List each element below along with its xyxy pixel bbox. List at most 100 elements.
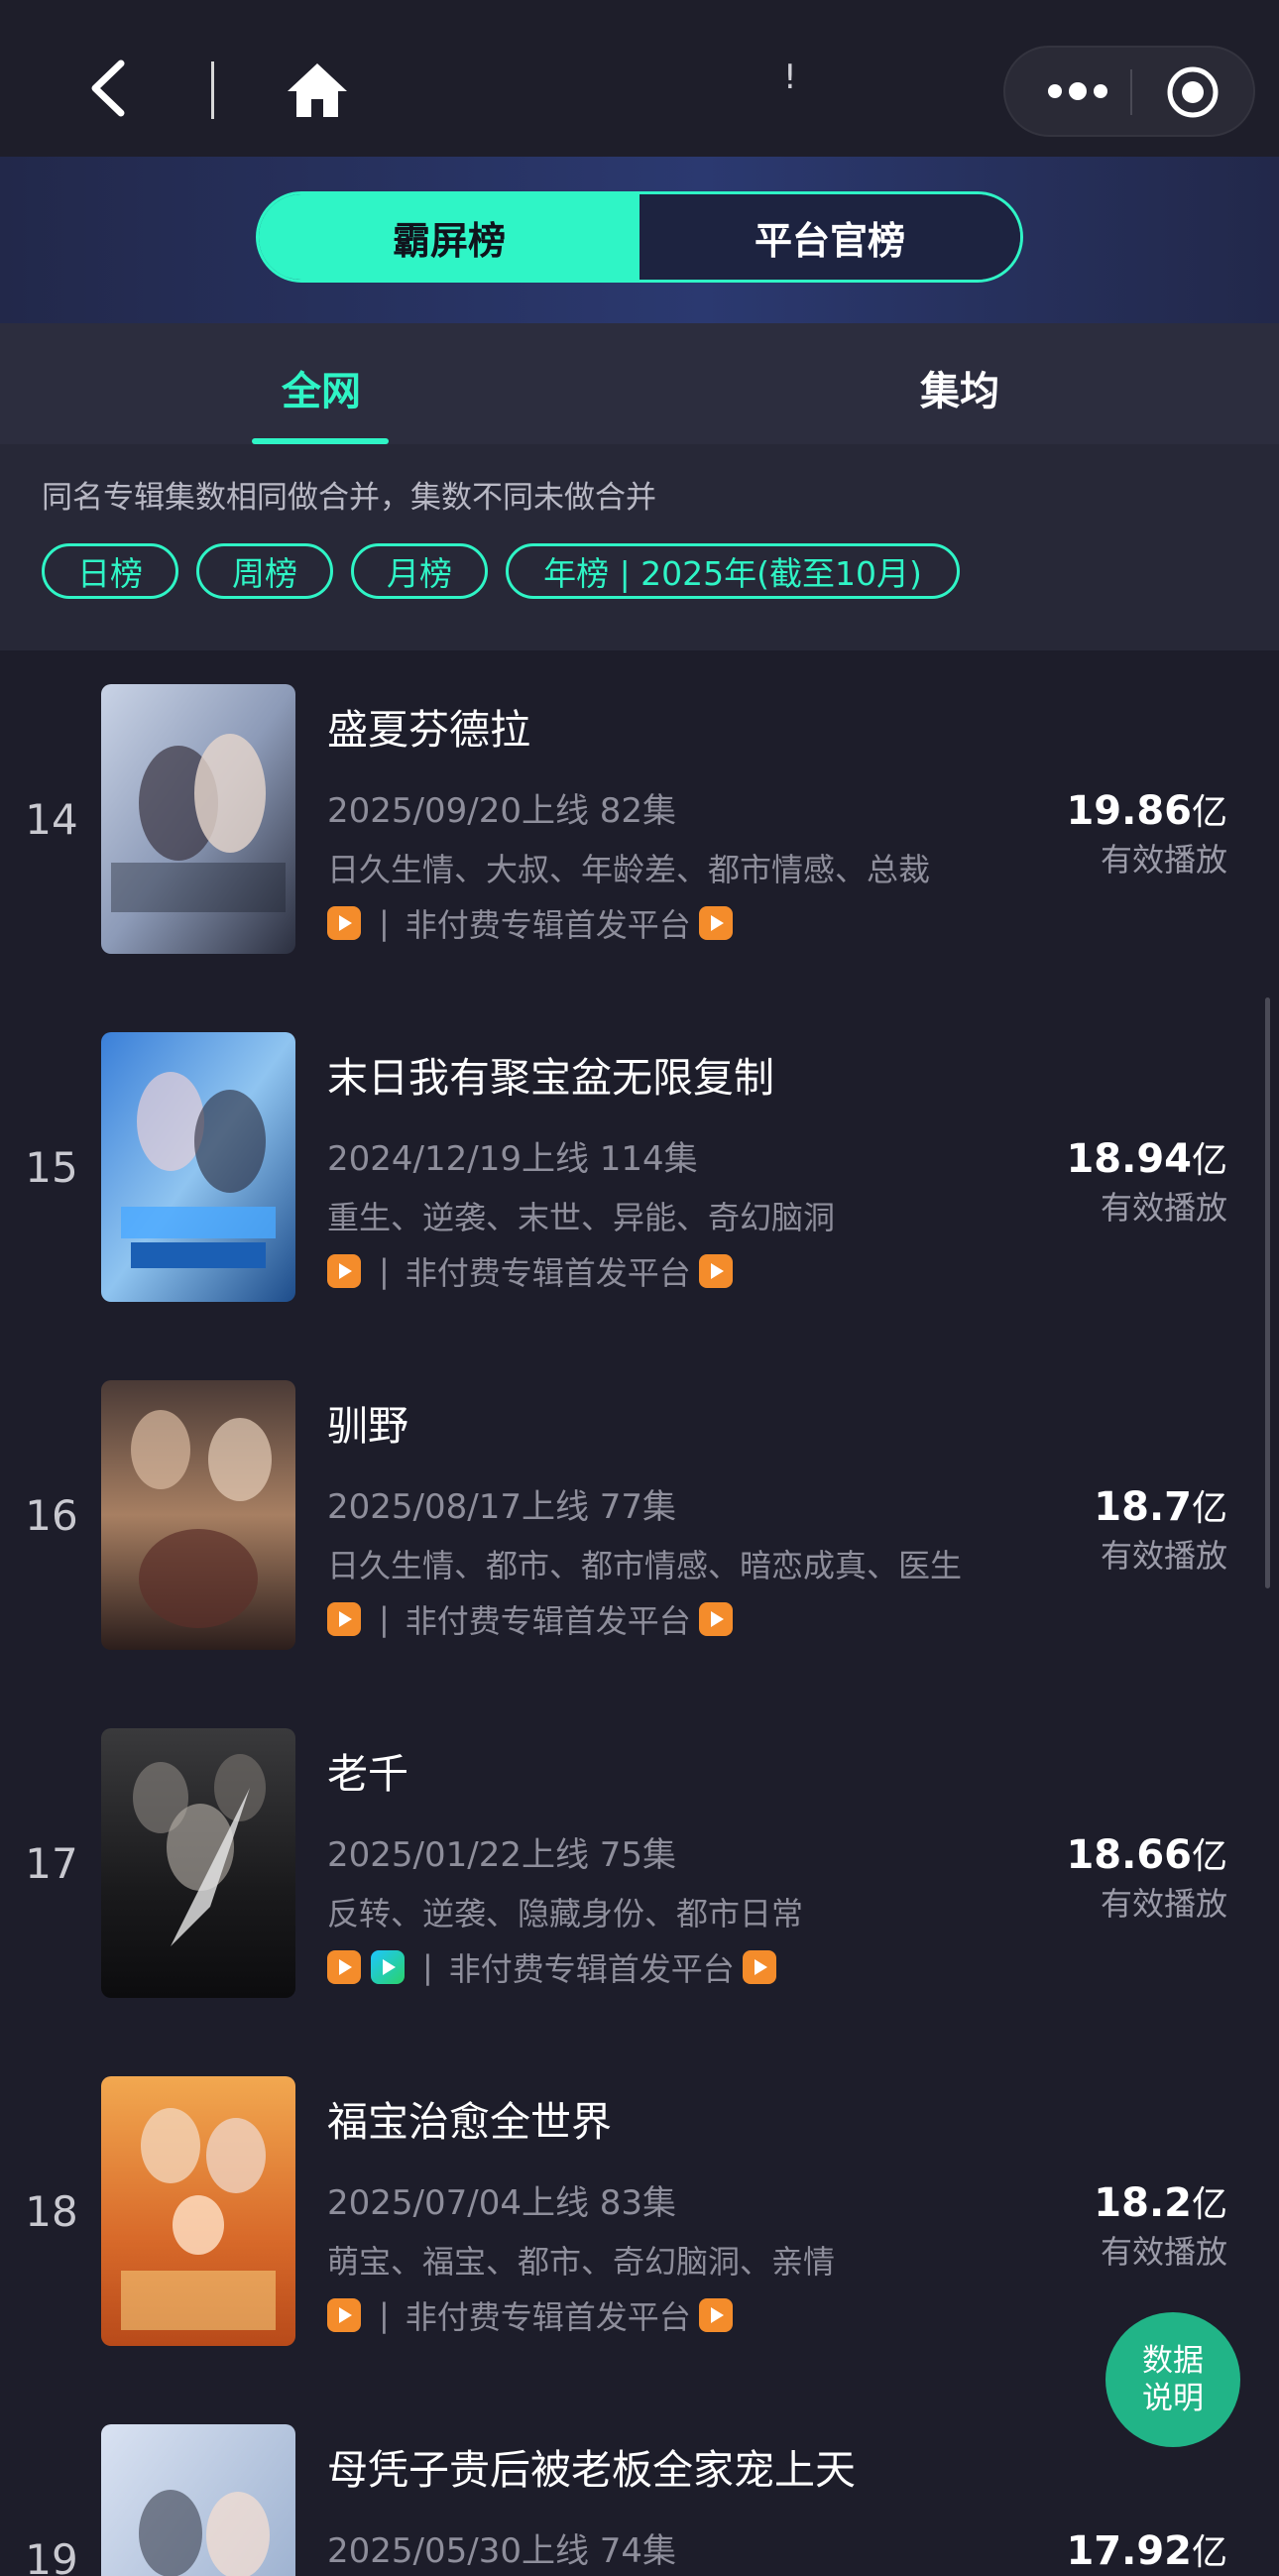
poster-image [101, 1728, 295, 1998]
release-info: 2025/01/22上线 75集 [327, 1835, 677, 1875]
play-count-label: 有效播放 [1100, 1189, 1227, 1227]
first-release-platform-icon [698, 906, 733, 940]
platform-label: 非付费专辑首发平台 [405, 1602, 691, 1640]
platform-row: | 非付费专辑首发平台 [327, 1600, 733, 1640]
platform-app-icon [327, 906, 361, 940]
ranking-list: 14 盛夏芬德拉 2025/09/20上线 82集 日久生情、大叔、年龄差、都市… [0, 650, 1279, 2576]
play-count-label: 有效播放 [1100, 841, 1227, 878]
list-item[interactable]: 19 母凭子贵后被老板全家宠上天 2025/05/30上线 74集 17.92亿 [0, 2424, 1279, 2576]
list-item[interactable]: 17 老千 2025/01/22上线 75集 反转、逆袭、隐藏身份、都市日常 |… [0, 1728, 1279, 2075]
play-count-unit: 亿 [1191, 1488, 1227, 1529]
platform-row: | 非付费专辑首发平台 [327, 2296, 733, 2336]
list-item[interactable]: 16 驯野 2025/08/17上线 77集 日久生情、都市、都市情感、暗恋成真… [0, 1380, 1279, 1727]
play-count-unit: 亿 [1191, 2532, 1227, 2573]
play-count-label: 有效播放 [1100, 1885, 1227, 1923]
platform-app-icon [327, 2298, 361, 2332]
drama-title: 盛夏芬德拉 [327, 706, 530, 754]
chevron-left-icon[interactable] [81, 58, 137, 119]
platform-label: 非付费专辑首发平台 [405, 906, 691, 944]
release-info: 2025/09/20上线 82集 [327, 791, 677, 831]
first-release-platform-icon [698, 1254, 733, 1288]
list-item[interactable]: 15 末日我有聚宝盆无限复制 2024/12/19上线 114集 重生、逆袭、末… [0, 1032, 1279, 1379]
release-info: 2024/12/19上线 114集 [327, 1139, 698, 1179]
nav-divider [211, 61, 214, 119]
page-title-partial: ! [783, 58, 797, 97]
drama-title: 福宝治愈全世界 [327, 2098, 612, 2146]
separator: | [379, 904, 390, 942]
second-platform-app-icon [371, 1950, 405, 1984]
chip-daily[interactable]: 日榜 [42, 543, 178, 599]
release-info: 2025/08/17上线 77集 [327, 1487, 677, 1527]
merge-note: 同名专辑集数相同做合并，集数不同未做合并 [42, 480, 656, 516]
drama-title: 驯野 [327, 1402, 408, 1450]
play-count-value: 18.7 [1094, 1484, 1192, 1530]
capsule-divider [1130, 69, 1132, 115]
separator: | [422, 1948, 433, 1986]
home-icon[interactable] [286, 59, 349, 121]
filter-section: 同名专辑集数相同做合并，集数不同未做合并 日榜 周榜 月榜 年榜 | 2025年… [0, 444, 1279, 650]
platform-label: 非付费专辑首发平台 [405, 2298, 691, 2336]
play-count-unit: 亿 [1191, 792, 1227, 833]
poster-image [101, 1380, 295, 1650]
platform-app-icon [327, 1950, 361, 1984]
separator: | [379, 1252, 390, 1290]
genre-tags: 日久生情、大叔、年龄差、都市情感、总裁 [327, 851, 931, 888]
genre-tags: 反转、逆袭、隐藏身份、都市日常 [327, 1895, 804, 1932]
platform-row: | 非付费专辑首发平台 [327, 1948, 776, 1988]
play-count-label: 有效播放 [1100, 1537, 1227, 1575]
release-info: 2025/07/04上线 83集 [327, 2183, 677, 2223]
drama-title: 母凭子贵后被老板全家宠上天 [327, 2446, 856, 2494]
scrollbar[interactable] [1265, 997, 1270, 1588]
tab-episode-average[interactable]: 集均 [920, 359, 999, 416]
target-circle-icon[interactable] [1166, 65, 1220, 119]
platform-row: | 非付费专辑首发平台 [327, 1252, 733, 1292]
play-count-value: 18.66 [1066, 1832, 1192, 1878]
chip-monthly[interactable]: 月榜 [351, 543, 488, 599]
separator: | [379, 1600, 390, 1638]
data-explanation-button[interactable]: 数据 说明 [1105, 2312, 1240, 2447]
mini-program-capsule [1003, 46, 1255, 137]
platform-label: 非付费专辑首发平台 [405, 1254, 691, 1292]
chip-yearly[interactable]: 年榜 | 2025年(截至10月) [506, 543, 960, 599]
top-bar: ! [0, 0, 1279, 157]
more-dots-icon[interactable] [1045, 77, 1110, 105]
play-count-label: 有效播放 [1100, 2233, 1227, 2271]
rank-number: 16 [25, 1491, 78, 1540]
scope-tabs: 全网 集均 [0, 323, 1279, 444]
rank-number: 19 [25, 2535, 78, 2576]
play-count-unit: 亿 [1191, 1140, 1227, 1181]
rank-number: 17 [25, 1839, 78, 1888]
first-release-platform-icon [698, 1602, 733, 1636]
play-count-value: 17.92 [1066, 2528, 1192, 2574]
genre-tags: 萌宝、福宝、都市、奇幻脑洞、亲情 [327, 2243, 836, 2281]
drama-title: 老千 [327, 1750, 408, 1798]
poster-image [101, 2424, 295, 2576]
ranking-type-switch: 霸屏榜 平台官榜 [256, 191, 1023, 283]
list-item[interactable]: 18 福宝治愈全世界 2025/07/04上线 83集 萌宝、福宝、都市、奇幻脑… [0, 2076, 1279, 2423]
separator: | [379, 2296, 390, 2334]
segment-platform-official[interactable]: 平台官榜 [640, 194, 1020, 280]
data-explanation-line1: 数据 [1142, 2343, 1204, 2379]
list-item[interactable]: 14 盛夏芬德拉 2025/09/20上线 82集 日久生情、大叔、年龄差、都市… [0, 684, 1279, 1031]
play-count-value: 18.94 [1066, 1136, 1192, 1182]
genre-tags: 日久生情、都市、都市情感、暗恋成真、医生 [327, 1547, 963, 1584]
rank-number: 18 [25, 2187, 78, 2236]
release-info: 2025/05/30上线 74集 [327, 2531, 677, 2571]
platform-row: | 非付费专辑首发平台 [327, 904, 733, 944]
platform-app-icon [327, 1602, 361, 1636]
tab-all-network[interactable]: 全网 [282, 359, 361, 416]
play-count-unit: 亿 [1191, 2184, 1227, 2225]
play-count: 18.7亿 [1094, 1479, 1227, 1531]
play-count: 18.66亿 [1066, 1827, 1227, 1879]
play-count-value: 19.86 [1066, 788, 1192, 834]
data-explanation-line2: 说明 [1142, 2381, 1204, 2416]
poster-image [101, 1032, 295, 1302]
play-count-value: 18.2 [1094, 2180, 1192, 2226]
first-release-platform-icon [742, 1950, 776, 1984]
segment-bapingbang[interactable]: 霸屏榜 [259, 194, 640, 280]
rank-number: 14 [25, 795, 78, 844]
drama-title: 末日我有聚宝盆无限复制 [327, 1054, 774, 1102]
play-count: 17.92亿 [1066, 2523, 1227, 2575]
chip-weekly[interactable]: 周榜 [196, 543, 333, 599]
rank-number: 15 [25, 1143, 78, 1192]
